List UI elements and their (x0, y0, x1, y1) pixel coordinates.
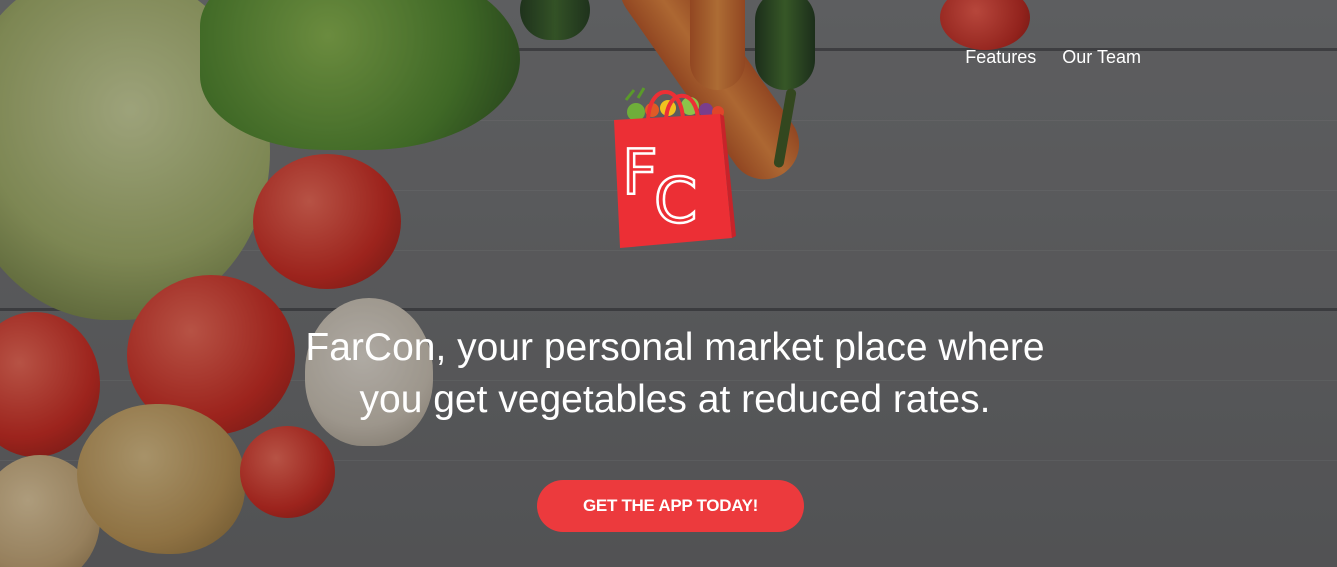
nav-link-features[interactable]: Features (965, 47, 1036, 68)
logo-letter-f: F (622, 136, 658, 209)
get-app-button[interactable]: GET THE APP TODAY! (537, 480, 804, 532)
top-nav: Features Our Team (965, 47, 1141, 68)
farcon-logo: F C (614, 87, 736, 248)
headline-line-2: you get vegetables at reduced rates. (359, 378, 991, 421)
headline-line-1: FarCon, your personal market place where (305, 326, 1045, 369)
nav-link-our-team[interactable]: Our Team (1062, 47, 1141, 68)
hero-headline: FarCon, your personal market place where… (180, 322, 1170, 426)
logo-letter-c: C (654, 164, 697, 237)
hero-section: Features Our Team F C FarCon, your perso… (0, 0, 1337, 567)
